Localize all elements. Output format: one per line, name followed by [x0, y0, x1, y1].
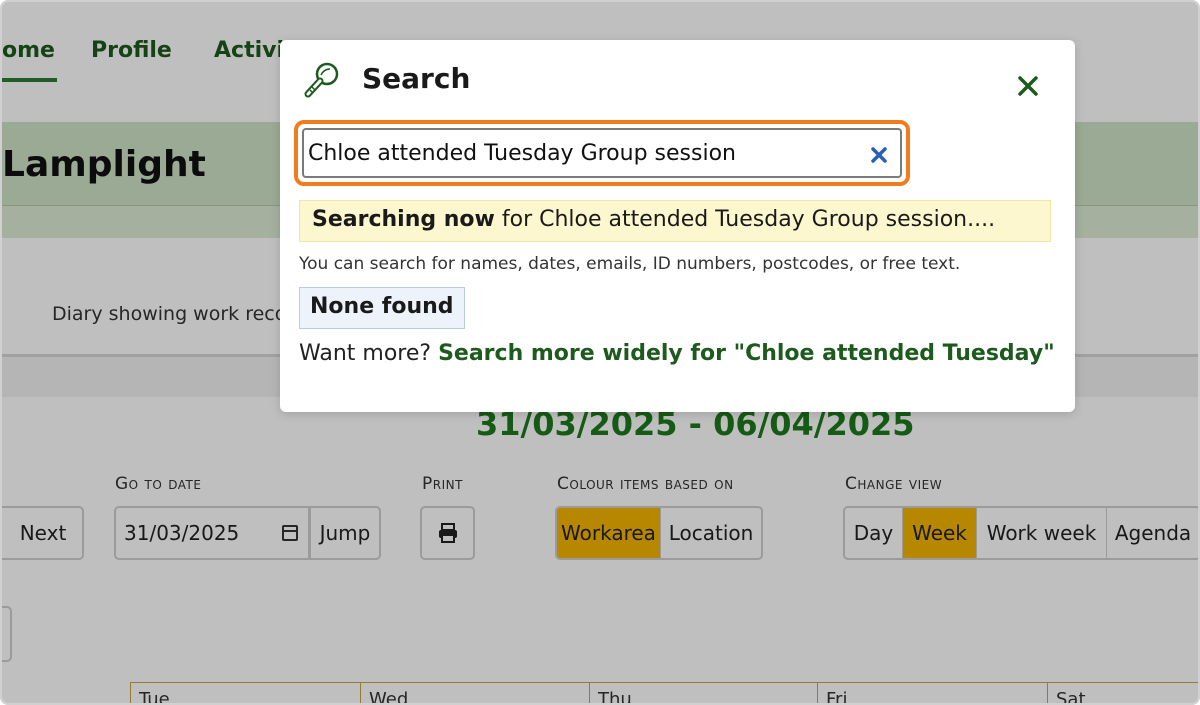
search-hint: You can search for names, dates, emails,…	[299, 254, 961, 274]
want-more-line: Want more? Search more widely for "Chloe…	[299, 341, 1055, 366]
search-input[interactable]	[302, 128, 902, 178]
want-more-label: Want more?	[299, 341, 432, 366]
dialog-title: Search	[362, 62, 471, 95]
search-status-text: for Chloe attended Tuesday Group session…	[494, 207, 996, 232]
magnifier-icon	[304, 62, 339, 98]
close-icon	[1018, 76, 1038, 96]
clear-search-button[interactable]	[866, 142, 892, 168]
no-results-badge: None found	[299, 287, 465, 329]
search-status-bold: Searching now	[312, 207, 495, 232]
search-dialog: Search Searching now for Chloe attended …	[280, 40, 1075, 412]
close-dialog-button[interactable]	[1010, 68, 1046, 104]
clear-input-icon	[871, 147, 887, 163]
search-more-widely-link[interactable]: Search more widely for "Chloe attended T…	[438, 341, 1055, 366]
search-field-focus-ring	[294, 120, 910, 186]
search-status: Searching now for Chloe attended Tuesday…	[299, 200, 1051, 242]
screen: ome Profile Activi Lamplight Diary showi…	[0, 0, 1200, 705]
